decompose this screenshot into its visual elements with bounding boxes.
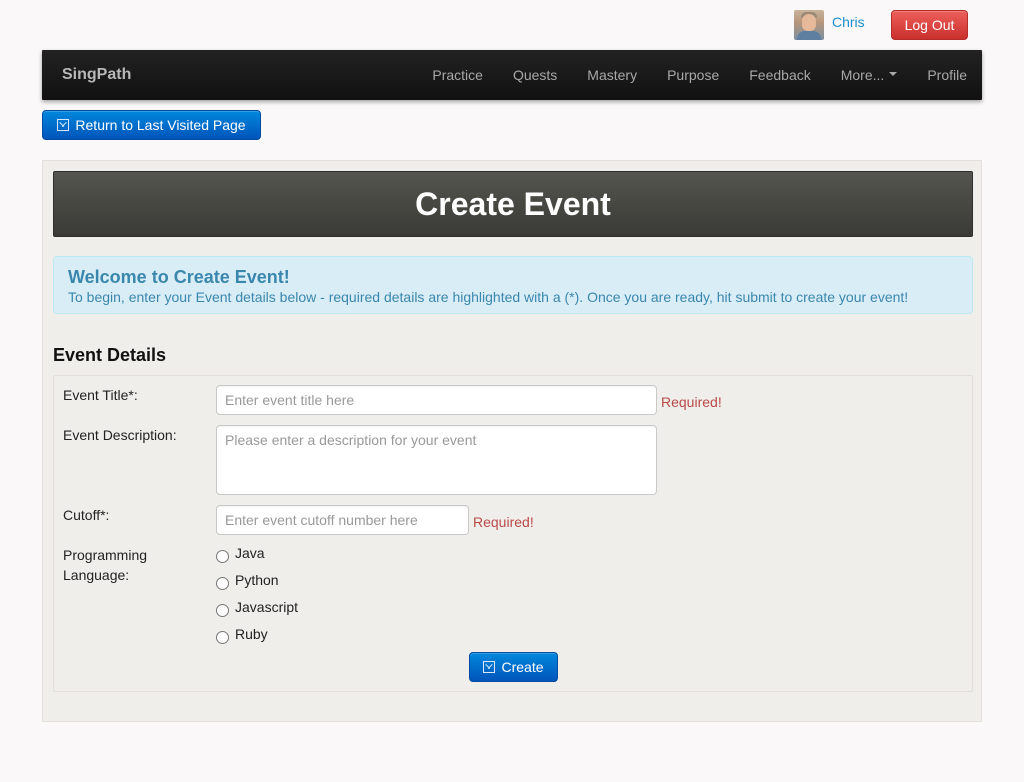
- return-icon: [57, 119, 70, 131]
- radio-label: Python: [235, 572, 279, 588]
- radio-label: Javascript: [235, 599, 299, 615]
- nav-item-purpose[interactable]: Purpose: [652, 50, 734, 100]
- cutoff-required: Required!: [473, 514, 534, 530]
- nav-item-more-dropdown[interactable]: More...: [826, 50, 913, 100]
- radio-button[interactable]: [216, 549, 229, 563]
- username-link[interactable]: Chris: [832, 14, 865, 30]
- return-button-label: Return to Last Visited Page: [75, 117, 246, 133]
- event-title-input[interactable]: [216, 385, 657, 415]
- event-title-label: Event Title*:: [63, 387, 138, 403]
- radio-label: Ruby: [235, 626, 268, 642]
- event-description-textarea[interactable]: [216, 425, 657, 495]
- return-to-last-page-button[interactable]: Return to Last Visited Page: [42, 110, 261, 140]
- navbar: SingPath Practice Quests Mastery Purpose…: [42, 50, 982, 100]
- language-label-line2: Language:: [63, 567, 130, 583]
- cutoff-input[interactable]: [216, 505, 469, 535]
- nav-item-feedback[interactable]: Feedback: [734, 50, 825, 100]
- radio-java[interactable]: Java: [216, 545, 265, 563]
- radio-ruby[interactable]: Ruby: [216, 626, 268, 644]
- cutoff-label: Cutoff*:: [63, 507, 110, 523]
- event-description-label: Event Description:: [63, 427, 177, 443]
- event-form: Event Title*: Required! Event Descriptio…: [53, 375, 973, 692]
- radio-button[interactable]: [216, 576, 229, 590]
- section-title: Event Details: [53, 345, 167, 365]
- create-button-label: Create: [501, 659, 544, 675]
- user-menu: Chris: [794, 10, 865, 40]
- radio-label: Java: [235, 545, 265, 561]
- radio-python[interactable]: Python: [216, 572, 279, 590]
- brand-link[interactable]: SingPath: [62, 66, 131, 84]
- nav-links: Practice Quests Mastery Purpose Feedback…: [417, 50, 982, 100]
- radio-button[interactable]: [216, 630, 229, 644]
- main-panel: Create Event Welcome to Create Event! To…: [42, 160, 982, 722]
- language-label-line1: Programming: [63, 547, 148, 563]
- page-title: Create Event: [53, 171, 973, 237]
- radio-javascript[interactable]: Javascript: [216, 599, 299, 617]
- avatar[interactable]: [794, 10, 824, 40]
- create-button[interactable]: Create: [469, 652, 558, 682]
- radio-button[interactable]: [216, 603, 229, 617]
- alert-text: To begin, enter your Event details below…: [68, 289, 909, 305]
- nav-item-more-label: More...: [840, 67, 885, 83]
- nav-item-profile[interactable]: Profile: [912, 50, 982, 100]
- nav-item-practice[interactable]: Practice: [417, 50, 498, 100]
- nav-item-quests[interactable]: Quests: [498, 50, 572, 100]
- create-icon: [483, 661, 496, 673]
- nav-item-mastery[interactable]: Mastery: [572, 50, 652, 100]
- event-title-required: Required!: [661, 394, 722, 410]
- alert-title: Welcome to Create Event!: [68, 267, 290, 287]
- logout-button[interactable]: Log Out: [891, 10, 968, 40]
- welcome-alert: Welcome to Create Event! To begin, enter…: [53, 256, 973, 314]
- caret-down-icon: [889, 72, 898, 77]
